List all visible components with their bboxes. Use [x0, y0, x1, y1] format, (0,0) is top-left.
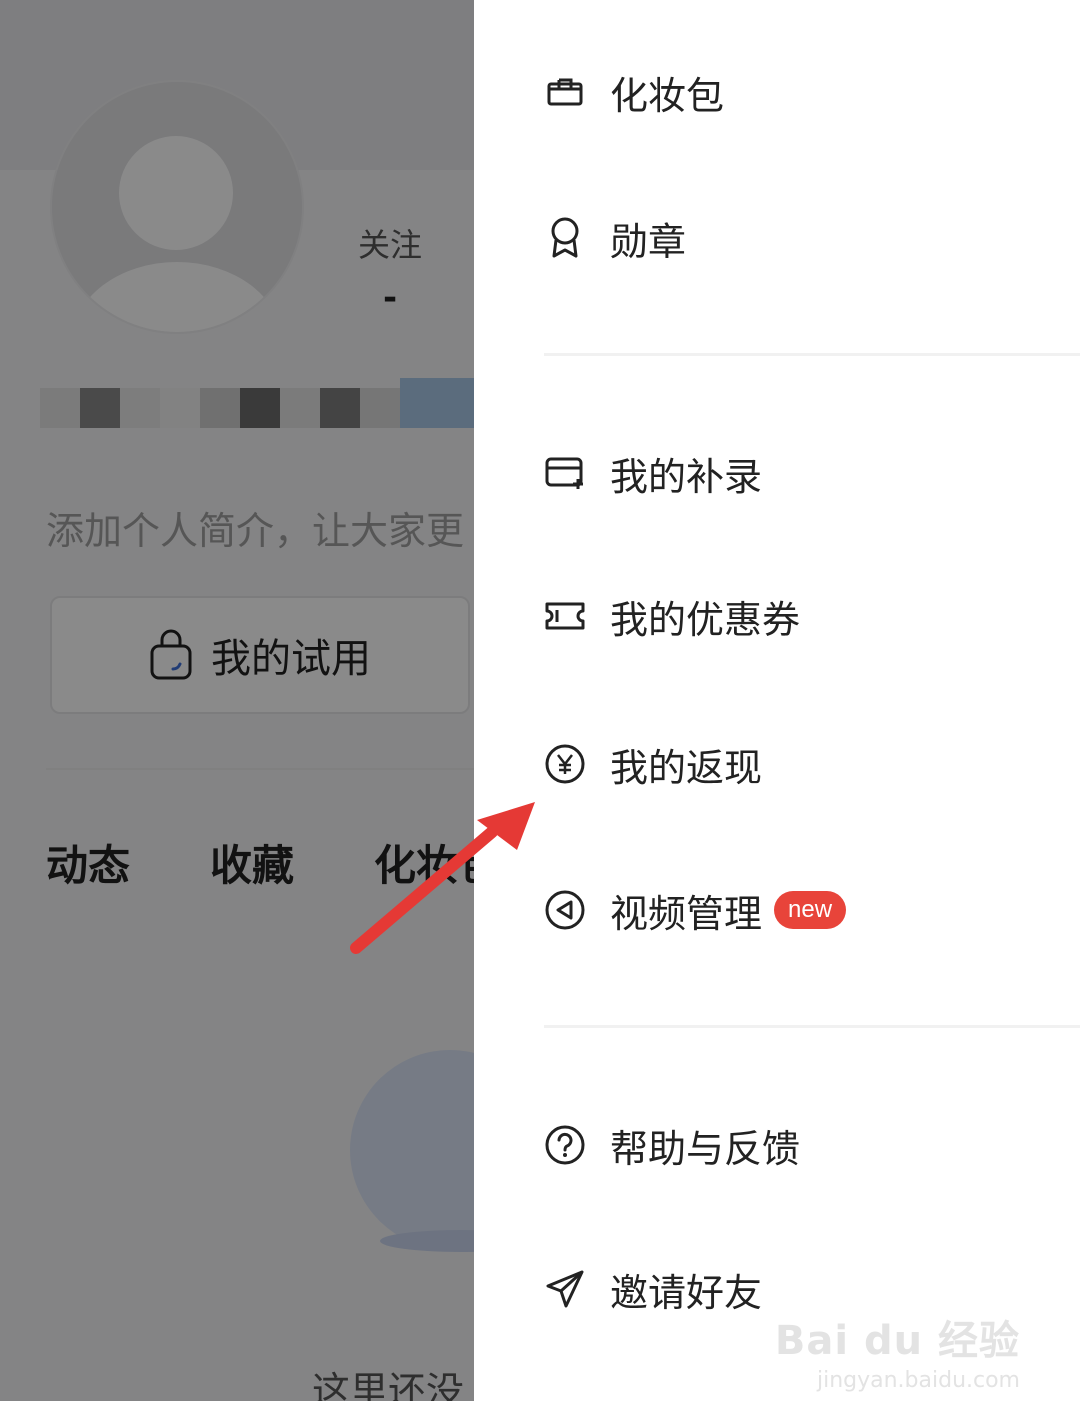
play-circle-icon [544, 889, 586, 931]
watermark-brand: Bai du 经验 [774, 1318, 1020, 1364]
menu-label: 邀请好友 [610, 1270, 763, 1315]
menu-item-invite-friends[interactable]: 邀请好友 [544, 1259, 762, 1319]
box-icon [544, 71, 586, 113]
help-circle-icon [544, 1124, 586, 1166]
paper-plane-icon [544, 1268, 586, 1310]
yen-circle-icon [544, 743, 586, 785]
menu-item-makeup-bag[interactable]: 化妆包 [544, 62, 724, 122]
menu-item-coupons[interactable]: 我的优惠券 [544, 586, 800, 646]
medal-icon [544, 217, 586, 259]
menu-label: 帮助与反馈 [610, 1126, 801, 1171]
ticket-icon [544, 595, 586, 637]
watermark-url: jingyan.baidu.com [816, 1368, 1020, 1393]
watermark: Bai du 经验 jingyan.baidu.com [775, 1308, 1020, 1393]
menu-label: 我的补录 [610, 454, 763, 499]
menu-item-video-management[interactable]: 视频管理 new [544, 880, 847, 940]
drawer-overlay[interactable] [0, 0, 474, 1401]
menu-label: 勋章 [610, 219, 687, 264]
card-add-icon [544, 452, 586, 494]
side-drawer: 化妆包 勋章 我的补录 我的优惠券 我的返现 视频管理 new 帮助与反馈 邀请… [474, 0, 1080, 1401]
menu-item-my-supplement[interactable]: 我的补录 [544, 443, 762, 503]
menu-item-help-feedback[interactable]: 帮助与反馈 [544, 1115, 800, 1175]
menu-item-cashback[interactable]: 我的返现 [544, 734, 762, 794]
menu-divider [544, 1025, 1080, 1028]
menu-label: 我的优惠券 [610, 597, 801, 642]
menu-label: 视频管理 [610, 891, 763, 936]
menu-label: 我的返现 [610, 745, 763, 790]
menu-item-medals[interactable]: 勋章 [544, 208, 686, 268]
new-badge: new [774, 891, 847, 929]
menu-label: 化妆包 [610, 73, 725, 118]
profile-page: 关注 - 添加个人简介，让大家更 我的试用 动态 收藏 化妆包 这里还没 [0, 0, 474, 1401]
menu-divider [544, 353, 1080, 356]
